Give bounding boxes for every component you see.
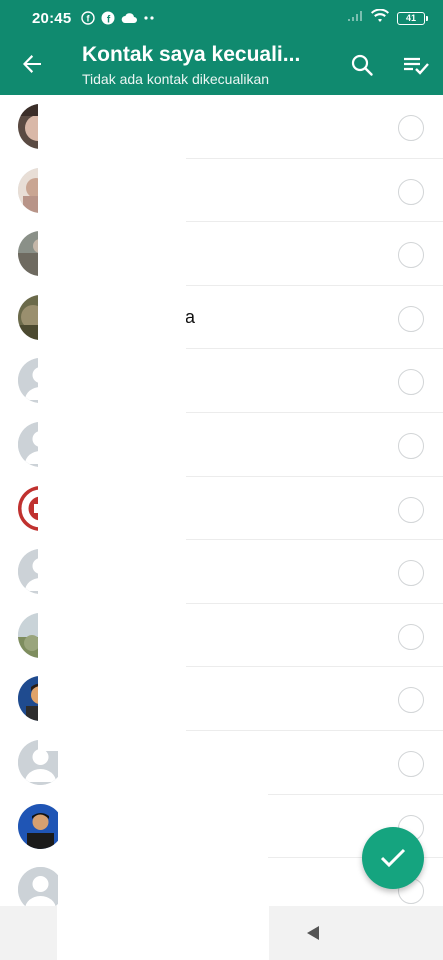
check-icon bbox=[380, 848, 406, 868]
select-radio[interactable] bbox=[398, 750, 424, 777]
facebook-lite-icon: f bbox=[81, 11, 96, 25]
select-radio[interactable] bbox=[398, 369, 424, 396]
select-radio[interactable] bbox=[398, 305, 424, 332]
battery-icon: 41 bbox=[397, 11, 428, 25]
status-bar: 20:45 f f 41 bbox=[0, 0, 443, 36]
select-all-icon[interactable] bbox=[400, 50, 432, 80]
select-radio[interactable] bbox=[398, 178, 424, 205]
redaction-mask bbox=[38, 95, 186, 751]
redaction-mask bbox=[58, 751, 268, 906]
confirm-button[interactable] bbox=[362, 827, 424, 889]
select-radio[interactable] bbox=[398, 496, 424, 523]
page-title: Kontak saya kecuali... bbox=[82, 43, 301, 66]
arrow-left-icon[interactable] bbox=[18, 50, 46, 78]
more-dots-icon bbox=[143, 15, 155, 21]
cloud-icon bbox=[121, 12, 138, 24]
status-time: 20:45 bbox=[32, 9, 72, 27]
select-radio[interactable] bbox=[398, 115, 424, 141]
wifi-icon bbox=[371, 8, 389, 28]
nav-back-icon[interactable] bbox=[305, 925, 321, 941]
svg-text:f: f bbox=[87, 14, 91, 24]
system-nav-bar bbox=[0, 906, 443, 960]
avatar bbox=[18, 803, 63, 849]
page-subtitle: Tidak ada kontak dikecualikan bbox=[82, 71, 270, 87]
select-radio[interactable] bbox=[398, 560, 424, 587]
status-notification-icons: f f bbox=[81, 11, 155, 25]
select-radio[interactable] bbox=[398, 242, 424, 269]
app-bar: Kontak saya kecuali... Tidak ada kontak … bbox=[0, 36, 443, 95]
select-radio[interactable] bbox=[398, 432, 424, 459]
select-radio[interactable] bbox=[398, 623, 424, 650]
search-icon[interactable] bbox=[347, 50, 377, 80]
signal-icon bbox=[347, 9, 363, 27]
select-radio[interactable] bbox=[398, 687, 424, 714]
facebook-icon: f bbox=[101, 11, 115, 25]
redaction-mask bbox=[57, 906, 269, 960]
